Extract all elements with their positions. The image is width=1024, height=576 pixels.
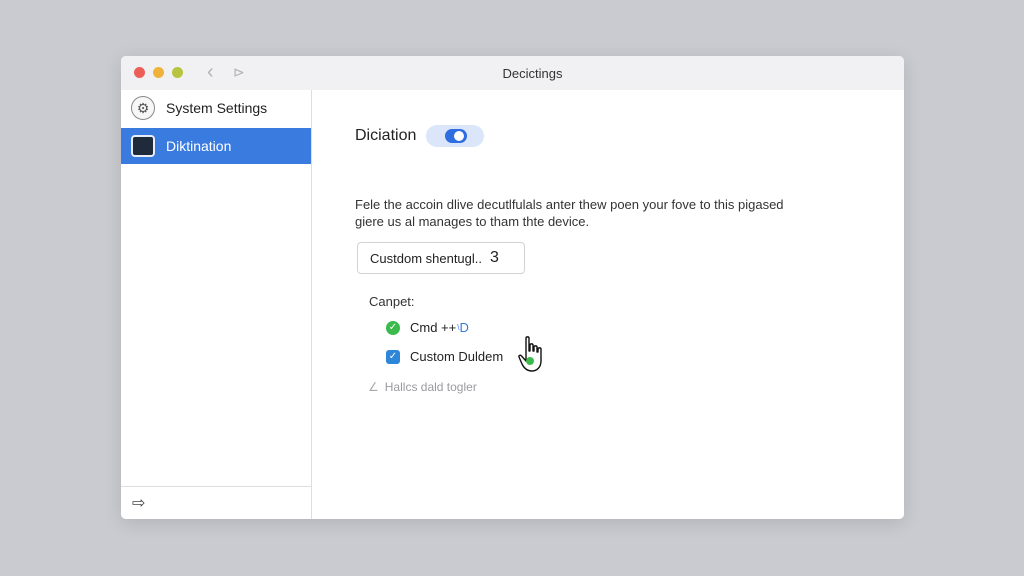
option-row[interactable]: ✓ Cmd ++ \ D: [386, 320, 469, 335]
main-panel: Diciation Fele the accoin dlive decutlfu…: [312, 90, 904, 519]
shortcut-label: Custdom shentugl..: [370, 250, 483, 266]
shortcut-value: 3: [490, 249, 499, 266]
page-title: Diciation: [355, 127, 417, 144]
section-label: Canpet:: [369, 294, 415, 309]
hand-pointer-icon: [518, 336, 542, 372]
title-bar: ‹ ⊳ Decictings: [121, 56, 904, 91]
shortcut-field[interactable]: Custdom shentugl.. 3: [357, 242, 525, 274]
dictation-icon: [131, 135, 155, 157]
check-icon[interactable]: ✓: [386, 320, 400, 335]
pencil-icon: ∠: [368, 380, 379, 394]
window-title: Decictings: [502, 66, 563, 81]
gear-icon: ⚙: [131, 96, 155, 120]
hint-label: Hallcs dald togler: [384, 380, 477, 394]
option-label: Custom Duldem: [410, 349, 504, 364]
sidebar: ⚙ System Settings Diktination ⇨: [121, 90, 312, 519]
hint-text: ∠ Hallcs dald togler: [368, 380, 477, 394]
settings-window: ‹ ⊳ Decictings ⚙ System Settings Diktina…: [121, 56, 904, 519]
forward-icon[interactable]: ⇨: [132, 493, 145, 513]
sidebar-item-system-settings[interactable]: ⚙ System Settings: [121, 90, 311, 126]
sidebar-item-label: Diktination: [166, 138, 232, 154]
sidebar-item-label: System Settings: [166, 100, 268, 116]
sidebar-footer: ⇨: [121, 486, 311, 519]
description-text: Fele the accoin dlive decutlfulals anter…: [355, 197, 784, 229]
option-suffix: D: [459, 320, 469, 335]
checkbox-icon[interactable]: ✓: [386, 349, 400, 364]
sidebar-item-dictation[interactable]: Diktination: [121, 128, 311, 164]
option-row[interactable]: ✓ Custom Duldem: [386, 349, 503, 364]
toggle-knob: [445, 129, 467, 143]
dictation-toggle[interactable]: [426, 125, 484, 147]
option-label: Cmd ++: [410, 320, 457, 335]
